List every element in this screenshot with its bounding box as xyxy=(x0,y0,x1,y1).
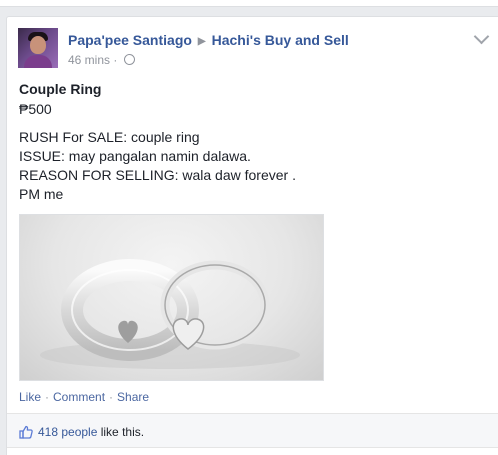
action-separator: · xyxy=(109,390,114,404)
post-line: ISSUE: may pangalan namin dalawa. xyxy=(19,148,251,164)
couple-rings-image xyxy=(40,259,300,369)
author-link[interactable]: Papa'pee Santiago xyxy=(68,32,192,48)
likes-count: 418 people like this. xyxy=(38,425,144,439)
meta-separator: · xyxy=(113,53,121,67)
post-line: REASON FOR SELLING: wala daw forever . xyxy=(19,167,296,183)
post-actions: Like · Comment · Share xyxy=(19,390,149,404)
divider xyxy=(7,447,498,448)
avatar-face xyxy=(30,36,46,54)
likes-suffix: like this. xyxy=(97,425,145,439)
likes-summary: 418 people like this. xyxy=(7,413,498,448)
action-separator: · xyxy=(45,390,50,404)
like-link[interactable]: Like xyxy=(19,390,41,404)
share-link[interactable]: Share xyxy=(117,390,149,404)
previous-post-edge xyxy=(0,0,498,7)
avatar-shirt xyxy=(24,55,52,68)
avatar[interactable] xyxy=(18,28,58,68)
group-link[interactable]: Hachi's Buy and Sell xyxy=(212,32,349,48)
timestamp-link[interactable]: 46 mins xyxy=(68,53,110,67)
post-photo[interactable] xyxy=(19,214,324,381)
chevron-right-icon: ▶ xyxy=(197,36,206,47)
post-body: RUSH For SALE: couple ring ISSUE: may pa… xyxy=(19,128,296,204)
chevron-down-icon[interactable] xyxy=(473,28,490,45)
thumbs-up-icon xyxy=(19,425,33,439)
post-line: RUSH For SALE: couple ring xyxy=(19,129,200,145)
post-line: PM me xyxy=(19,186,64,202)
post-card: Papa'pee Santiago ▶ Hachi's Buy and Sell 4… xyxy=(6,16,498,455)
likers-link[interactable]: 418 people xyxy=(38,425,97,439)
listing-title: Couple Ring xyxy=(19,81,102,97)
listing-price: ₱500 xyxy=(19,101,52,117)
post-meta: 46 mins · xyxy=(68,53,135,67)
globe-icon[interactable] xyxy=(123,54,135,65)
post-header: Papa'pee Santiago ▶ Hachi's Buy and Sell xyxy=(68,32,349,48)
comment-link[interactable]: Comment xyxy=(53,390,105,404)
